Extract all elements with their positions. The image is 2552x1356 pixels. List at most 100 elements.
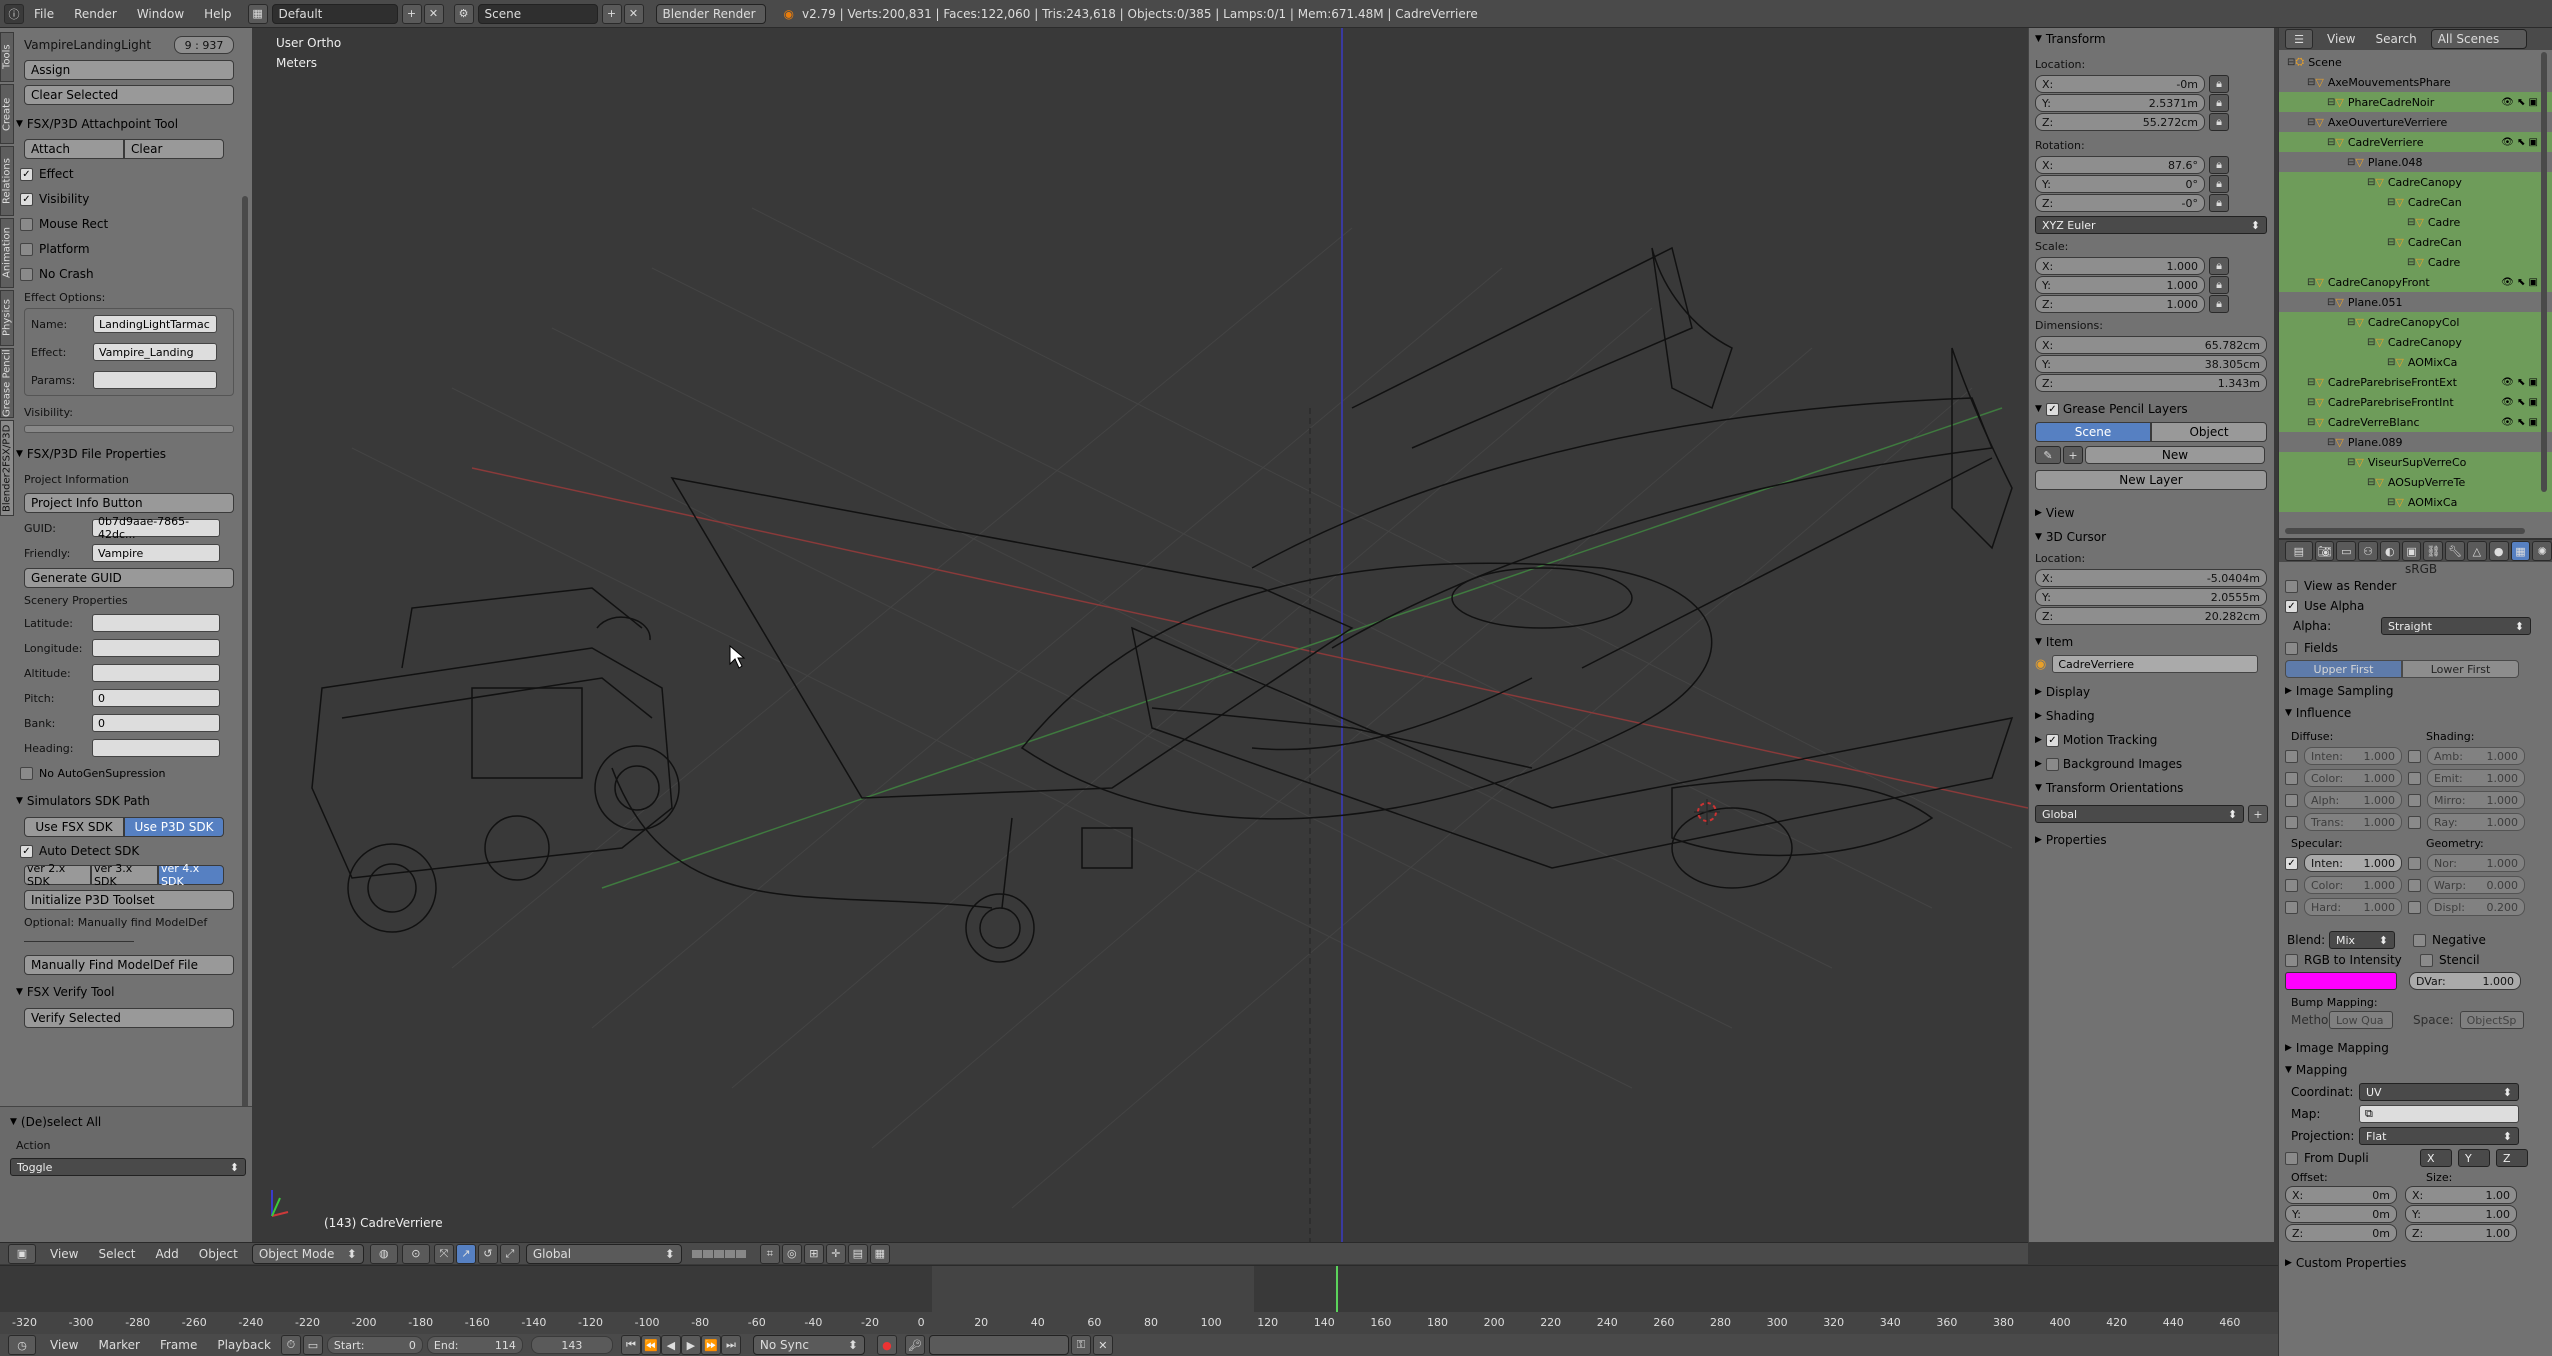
params-input[interactable] <box>93 371 217 389</box>
item-header[interactable]: ▼ Item <box>2035 631 2268 653</box>
attach-button[interactable]: Attach <box>24 139 124 159</box>
gp-object-button[interactable]: Object <box>2151 422 2267 442</box>
sync-select[interactable]: No Sync ⬍ <box>752 1335 865 1355</box>
visibility-eye-icon[interactable]: 👁︎ ⬉ ▣ <box>2501 417 2538 428</box>
pivot-icon[interactable]: ⊙ <box>401 1243 430 1264</box>
no-autogen-checkbox[interactable]: No AutoGenSupression <box>20 762 234 784</box>
size-field[interactable]: X: 1.00 <box>2405 1186 2517 1204</box>
display-header[interactable]: ▶ Display <box>2035 681 2268 703</box>
blend-select[interactable]: Mix ⬍ <box>2329 931 2395 949</box>
location-y-field[interactable]: Y: 2.5371m <box>2035 94 2205 112</box>
jump-keyframe-back-icon[interactable]: ⏪ <box>640 1335 661 1355</box>
render-engine-select[interactable]: Blender Render <box>655 3 766 24</box>
outliner-item[interactable]: ⊟ ▽ CadreCanopyCol <box>2279 312 2552 332</box>
outliner-editor-icon[interactable]: ☰ <box>2285 29 2313 49</box>
jump-end-icon[interactable]: ⏭ <box>720 1335 741 1355</box>
auto-detect-sdk-checkbox[interactable]: ✓ Auto Detect SDK <box>20 840 234 862</box>
outliner-item[interactable]: ⊟ ▽ Plane.089 <box>2279 432 2552 452</box>
influence-field[interactable]: Color: 1.000 <box>2304 876 2402 894</box>
alpha-select[interactable]: Straight ⬍ <box>2381 617 2531 635</box>
rotation-z-field[interactable]: Z: -0° <box>2035 194 2205 212</box>
keying-set-field[interactable] <box>928 1335 1069 1355</box>
outliner-item[interactable]: ⊟ ▽ CadreCan <box>2279 232 2552 252</box>
render-layers-tab-icon[interactable]: ▭ <box>2336 541 2357 561</box>
pitch-input[interactable]: 0 <box>92 689 220 707</box>
influence-checkbox[interactable] <box>2408 878 2421 892</box>
influence-checkbox[interactable] <box>2285 749 2298 763</box>
offset-field[interactable]: Y: 0m <box>2285 1205 2397 1223</box>
visibility-eye-icon[interactable]: 👁︎ ⬉ ▣ <box>2501 397 2538 408</box>
light-index-field[interactable]: 9 : 937 <box>174 36 234 54</box>
checkbox-icon[interactable]: ✓ <box>2045 402 2059 416</box>
proportional-icon[interactable]: ◎ <box>781 1243 802 1264</box>
outliner-item[interactable]: ⊟ ▽ CadreParebriseFrontInt 👁︎ ⬉ ▣ <box>2279 392 2552 412</box>
bank-input[interactable]: 0 <box>92 714 220 732</box>
timeline-area[interactable]: -320 -300 -280 -260 -240 -220 -200 -180 -160 -140… <box>0 1265 2278 1334</box>
influence-field[interactable]: Amb: 1.000 <box>2427 747 2525 765</box>
lock-icon[interactable]: 🔒︎ <box>2209 113 2229 131</box>
grease-pencil-header[interactable]: ▼ ✓ Grease Pencil Layers <box>2035 398 2268 420</box>
deselect-all-header[interactable]: ▼ (De)select All <box>10 1111 252 1133</box>
expand-toggle-icon[interactable]: ⊟ <box>2367 477 2375 488</box>
file-properties-header[interactable]: ▼ FSX/P3D File Properties <box>16 443 234 465</box>
image-sampling-header[interactable]: ▶ Image Sampling <box>2285 680 2546 702</box>
outliner-item[interactable]: ⊟ ▽ CadreCanopy <box>2279 172 2552 192</box>
expand-toggle-icon[interactable]: ⊟ <box>2407 217 2415 228</box>
influence-field[interactable]: Nor: 1.000 <box>2427 854 2525 872</box>
modifiers-tab-icon[interactable]: 🔧︎ <box>2445 541 2466 561</box>
tab-animation[interactable]: Animation <box>0 218 14 288</box>
expand-toggle-icon[interactable]: ⊟ <box>2347 317 2355 328</box>
guid-input[interactable]: 0b7d9aae-7865-42dc... <box>92 515 220 541</box>
viewport-menu-view[interactable]: View <box>50 1247 78 1261</box>
add-orientation-icon[interactable]: + <box>2248 805 2268 823</box>
outliner-menu-search[interactable]: Search <box>2375 32 2416 46</box>
outliner-item[interactable]: ⊟ ▽ AOMixCa <box>2279 352 2552 372</box>
properties-editor-icon[interactable]: ▤ <box>2285 541 2313 561</box>
visibility-eye-icon[interactable]: 👁︎ ⬉ ▣ <box>2501 377 2538 388</box>
expand-toggle-icon[interactable]: ⊟ <box>2367 177 2375 188</box>
friendly-input[interactable]: Vampire <box>92 544 220 562</box>
scene-icon[interactable]: ⚙ <box>453 3 474 24</box>
name-input[interactable]: LandingLightTarmac <box>93 315 217 333</box>
expand-toggle-icon[interactable]: ⊟ <box>2387 197 2395 208</box>
influence-checkbox[interactable] <box>2408 856 2421 870</box>
outliner-item[interactable]: ⊟ ▽ CadreVerriere 👁︎ ⬉ ▣ <box>2279 132 2552 152</box>
image-mapping-header[interactable]: ▶ Image Mapping <box>2285 1037 2546 1059</box>
scale-x-field[interactable]: X: 1.000 <box>2035 257 2205 275</box>
influence-field[interactable]: Alph: 1.000 <box>2304 791 2402 809</box>
uv-map-input[interactable]: ⧉ <box>2359 1105 2519 1123</box>
expand-toggle-icon[interactable]: ⊟ <box>2327 437 2335 448</box>
cursor-z-field[interactable]: Z: 20.282cm <box>2035 607 2267 625</box>
scale-icon[interactable]: ⤢ <box>499 1243 520 1264</box>
render-preview-icon[interactable]: ▤ <box>847 1243 868 1264</box>
transform-orientations-header[interactable]: ▼ Transform Orientations <box>2035 777 2268 799</box>
outliner-menu-view[interactable]: View <box>2327 32 2355 46</box>
expand-toggle-icon[interactable]: ⊟ <box>2327 97 2335 108</box>
outliner-item[interactable]: ⊟ ▽ CadreVerreBlanc 👁︎ ⬉ ▣ <box>2279 412 2552 432</box>
longitude-input[interactable] <box>92 639 220 657</box>
object-tab-icon[interactable]: ▣ <box>2401 541 2422 561</box>
material-tab-icon[interactable]: ● <box>2488 541 2509 561</box>
outliner-item[interactable]: ⊟ ▽ CadreParebriseFrontExt 👁︎ ⬉ ▣ <box>2279 372 2552 392</box>
projection-select[interactable]: Flat ⬍ <box>2359 1127 2519 1145</box>
custom-properties-header[interactable]: ▶ Custom Properties <box>2285 1252 2546 1274</box>
lock-icon[interactable]: 🔒︎ <box>2209 156 2229 174</box>
outliner-item[interactable]: ⊟ ▽ Plane.048 <box>2279 152 2552 172</box>
outliner-item[interactable]: ⊟ ▽ AOSupVerreTe <box>2279 472 2552 492</box>
preview-range-icon[interactable]: ⏱︎ <box>280 1335 301 1355</box>
expand-toggle-icon[interactable]: ⊟ <box>2307 377 2315 388</box>
dimension-x-field[interactable]: X: 65.782cm <box>2035 336 2267 354</box>
properties-header[interactable]: ▶ Properties <box>2035 829 2268 851</box>
lock-camera-icon[interactable]: ⌗ <box>759 1243 780 1264</box>
visibility-eye-icon[interactable]: 👁︎ ⬉ ▣ <box>2501 137 2538 148</box>
fields-checkbox[interactable]: Fields <box>2285 636 2546 660</box>
3d-viewport[interactable]: User Ortho Meters (143) CadreVerriere <box>252 28 2028 1242</box>
data-tab-icon[interactable]: △ <box>2467 541 2487 561</box>
gp-new-button[interactable]: New <box>2085 446 2265 464</box>
influence-field[interactable]: Ray: 1.000 <box>2427 813 2525 831</box>
play-icon[interactable]: ▶ <box>680 1335 701 1355</box>
map-x-select[interactable]: X <box>2420 1149 2452 1167</box>
scene-field[interactable]: Scene <box>477 3 598 24</box>
expand-toggle-icon[interactable]: ⊟ <box>2287 57 2295 68</box>
outliner-h-scrollbar[interactable] <box>2285 528 2525 534</box>
